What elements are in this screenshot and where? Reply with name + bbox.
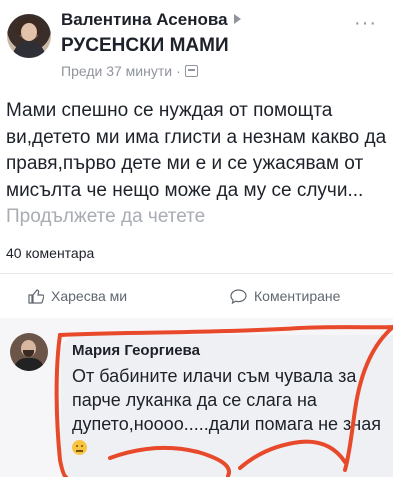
comment-label: Коментиране [254, 288, 341, 304]
see-more-link[interactable]: Продължете да четете [6, 206, 205, 227]
comment-text: От бабините илачи съм чувала за парче лу… [72, 366, 382, 434]
author-name[interactable]: Валентина Асенова [61, 10, 228, 29]
post-meta: Преди 37 минути · [61, 63, 198, 79]
globe-icon [184, 65, 198, 77]
comment-count[interactable]: 40 коментара [6, 245, 94, 261]
comment-body: От бабините илачи съм чувала за парче лу… [72, 364, 388, 460]
post-card: Валентина Асенова РУСЕНСКИ МАМИ Преди 37… [0, 0, 393, 318]
divider [0, 273, 393, 274]
author-avatar[interactable] [7, 14, 51, 58]
like-label: Харесва ми [51, 288, 128, 304]
comment-bubble-icon [230, 288, 247, 304]
comment-button[interactable]: Коментиране [230, 288, 340, 304]
commenter-avatar[interactable] [10, 333, 48, 371]
like-button[interactable]: Харесва ми [28, 288, 127, 304]
post-timestamp[interactable]: Преди 37 минути [61, 63, 172, 79]
commenter-name[interactable]: Мария Георгиева [72, 342, 200, 359]
thumbs-up-icon [28, 288, 44, 304]
more-options-icon[interactable]: ··· [354, 12, 377, 35]
post-body: Мами спешно се нуждая от помощта ви,дете… [6, 98, 390, 231]
post-header: Валентина Асенова [61, 10, 241, 30]
post-text: Мами спешно се нуждая от помощта ви,дете… [6, 100, 387, 201]
triangle-arrow-icon [233, 14, 241, 24]
confused-face-emoji-icon [72, 440, 87, 455]
group-name[interactable]: РУСЕНСКИ МАМИ [61, 35, 229, 57]
